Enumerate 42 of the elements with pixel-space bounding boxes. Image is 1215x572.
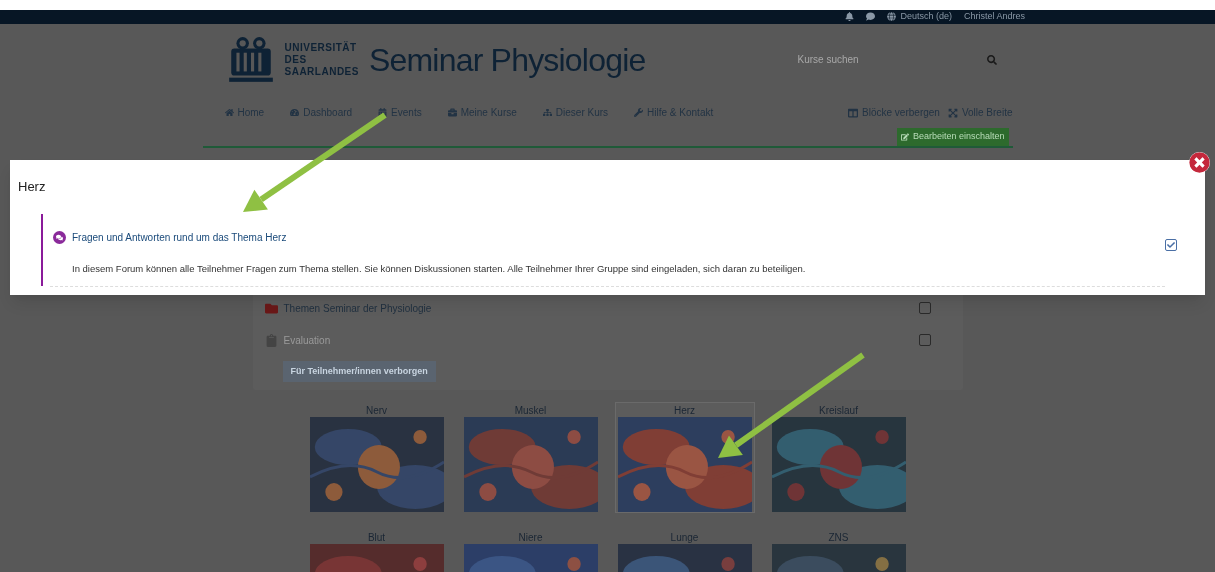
modal-title: Herz	[18, 178, 47, 196]
clipboard-icon	[264, 334, 278, 347]
dashboard-icon	[290, 108, 300, 117]
site-title: Seminar Physiologie	[368, 40, 646, 80]
home-icon	[224, 108, 234, 117]
forum-link[interactable]: Fragen und Antworten rund um das Thema Herz	[72, 230, 287, 245]
logo-text: SAARLANDES	[284, 65, 359, 78]
activity-link[interactable]: Evaluation	[283, 333, 331, 348]
tile-title: Niere	[518, 532, 543, 544]
tile-title: Lunge	[670, 532, 699, 544]
tile-title: ZNS	[828, 532, 849, 544]
wrench-icon	[634, 108, 644, 117]
search-field[interactable]: Kurse suchen	[797, 52, 948, 67]
search-icon[interactable]	[986, 54, 997, 65]
forum-description: In diesem Forum können alle Teilnehmer Fragen zum Thema stellen. Sie können Diskussionen starten. Alle Teilnehmer Ihrer Gruppe sind eingeladen, sich daran zu beteiligen.	[72, 261, 807, 276]
checkbox[interactable]	[918, 301, 931, 314]
language-menu[interactable]: Deutsch (de)	[900, 10, 952, 24]
edit-button[interactable]: Bearbeiten einschalten	[896, 127, 1009, 146]
topic-tile[interactable]: Herz	[614, 402, 755, 513]
logo-text: DES	[284, 53, 308, 66]
logo-text: UNIVERSITÄT	[284, 41, 358, 54]
checkbox[interactable]	[1165, 238, 1177, 251]
folder-icon	[264, 302, 278, 315]
checkbox[interactable]	[918, 333, 931, 346]
activity-link[interactable]: Themen Seminar der Physiologie	[283, 301, 432, 316]
hidden-badge: Für Teilnehmer/innen verborgen	[282, 360, 436, 382]
forum-icon	[53, 231, 66, 244]
briefcase-icon	[447, 108, 457, 117]
tile-title: Blut	[367, 532, 386, 544]
user-menu[interactable]: Christel Andres	[963, 10, 1025, 24]
tile-title: Nerv	[365, 405, 388, 417]
chat-icon[interactable]	[866, 12, 876, 22]
tile-title: Kreislauf	[819, 405, 858, 417]
edit-icon	[900, 132, 909, 141]
expand-icon	[947, 107, 958, 118]
columns-icon	[848, 107, 859, 118]
bell-icon[interactable]	[845, 12, 855, 22]
globe-icon	[887, 12, 897, 22]
tile-title: Herz	[673, 405, 696, 417]
calendar-icon	[378, 108, 388, 117]
tile-title: Muskel	[514, 405, 547, 417]
sitemap-icon	[542, 108, 552, 117]
